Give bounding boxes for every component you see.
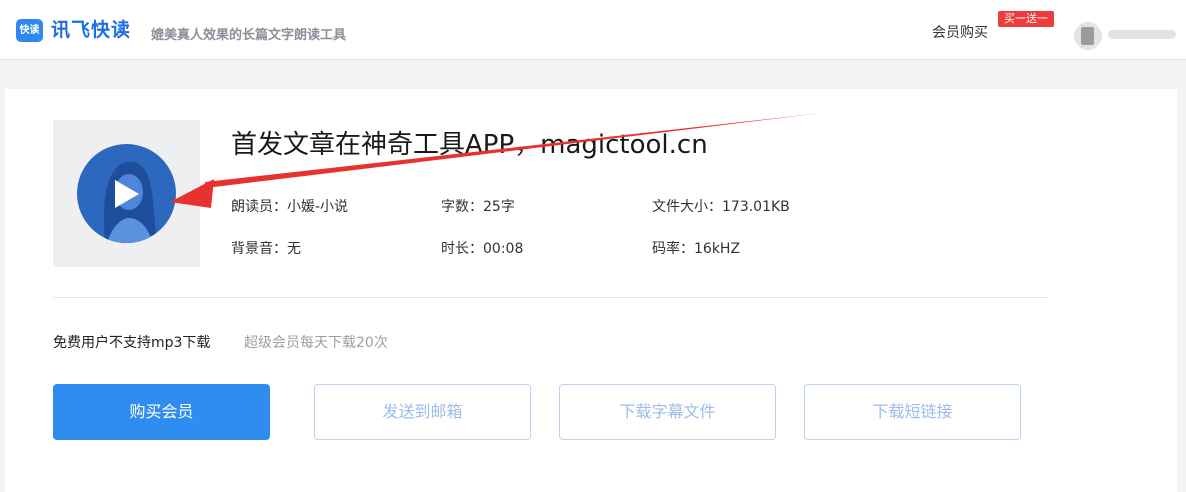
bitrate: 码率：16kHZ <box>652 241 741 257</box>
download-subtitle-button[interactable]: 下载字幕文件 <box>559 384 776 440</box>
download-short-link-button[interactable]: 下载短链接 <box>804 384 1021 440</box>
top-header: 快读 讯飞快读 媲美真人效果的长篇文字朗读工具 会员购买 买一送一 <box>0 0 1186 60</box>
username-redacted[interactable] <box>1108 30 1176 39</box>
section-divider <box>53 297 1049 298</box>
promo-badge: 买一送一 <box>998 11 1054 27</box>
user-avatar[interactable] <box>1074 22 1102 50</box>
app-logo-icon[interactable]: 快读 <box>16 19 43 42</box>
file-size: 文件大小：173.01KB <box>652 199 790 215</box>
vip-purchase-link[interactable]: 会员购买 <box>932 22 988 42</box>
audio-cover <box>53 120 200 267</box>
reader-info: 朗读员：小媛-小说 <box>231 199 349 215</box>
download-notice: 免费用户不支持mp3下载 <box>53 335 211 351</box>
audio-title: 首发文章在神奇工具APP，magictool.cn <box>231 130 708 160</box>
download-quota-note: 超级会员每天下载20次 <box>244 335 388 351</box>
brand-name[interactable]: 讯飞快读 <box>51 15 131 42</box>
background-music: 背景音：无 <box>231 241 301 257</box>
play-icon[interactable] <box>115 180 139 208</box>
word-count: 字数：25字 <box>441 199 515 215</box>
buy-vip-button[interactable]: 购买会员 <box>53 384 270 440</box>
duration: 时长：00:08 <box>441 241 524 257</box>
brand-slogan: 媲美真人效果的长篇文字朗读工具 <box>151 28 347 43</box>
play-audio-button[interactable] <box>77 144 176 243</box>
send-email-button[interactable]: 发送到邮箱 <box>314 384 531 440</box>
audio-detail-card: 首发文章在神奇工具APP，magictool.cn 朗读员：小媛-小说 字数：2… <box>5 89 1177 492</box>
